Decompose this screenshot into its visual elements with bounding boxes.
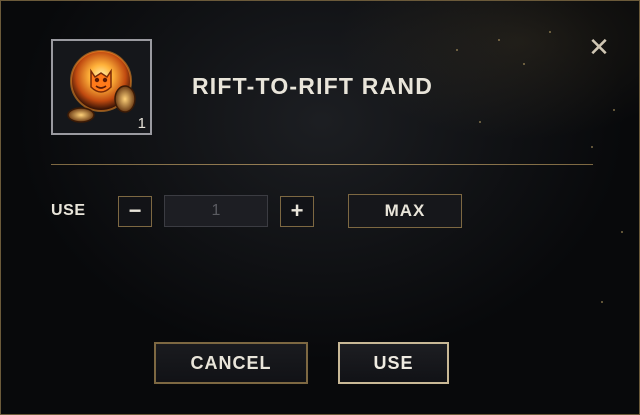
dialog-title: RIFT-TO-RIFT RAND <box>192 73 434 99</box>
sparkle-decoration <box>523 63 525 65</box>
use-button[interactable]: USE <box>338 342 449 384</box>
rift-to-rift-orb-icon <box>67 50 136 123</box>
item-count: 1 <box>137 115 146 132</box>
sparkle-decoration <box>549 31 551 33</box>
sparkle-decoration <box>498 39 500 41</box>
max-button[interactable]: MAX <box>348 194 462 228</box>
sparkle-decoration <box>479 121 481 123</box>
item-slot: 1 <box>51 39 152 135</box>
use-item-dialog: ✕ 1 RIFT-TO-RIFT RAND USE − 1 + MAX CANC… <box>0 0 640 415</box>
sparkle-decoration <box>621 231 623 233</box>
sparkle-decoration <box>456 49 458 51</box>
sparkle-decoration <box>591 146 593 148</box>
increment-button[interactable]: + <box>280 196 314 227</box>
use-label: USE <box>51 202 86 219</box>
sparkle-decoration <box>613 109 615 111</box>
divider <box>51 164 593 165</box>
sparkle-decoration <box>601 301 603 303</box>
close-icon[interactable]: ✕ <box>587 34 611 60</box>
decrement-button[interactable]: − <box>118 196 152 227</box>
cancel-button[interactable]: CANCEL <box>154 342 308 384</box>
quantity-input[interactable]: 1 <box>164 195 268 227</box>
